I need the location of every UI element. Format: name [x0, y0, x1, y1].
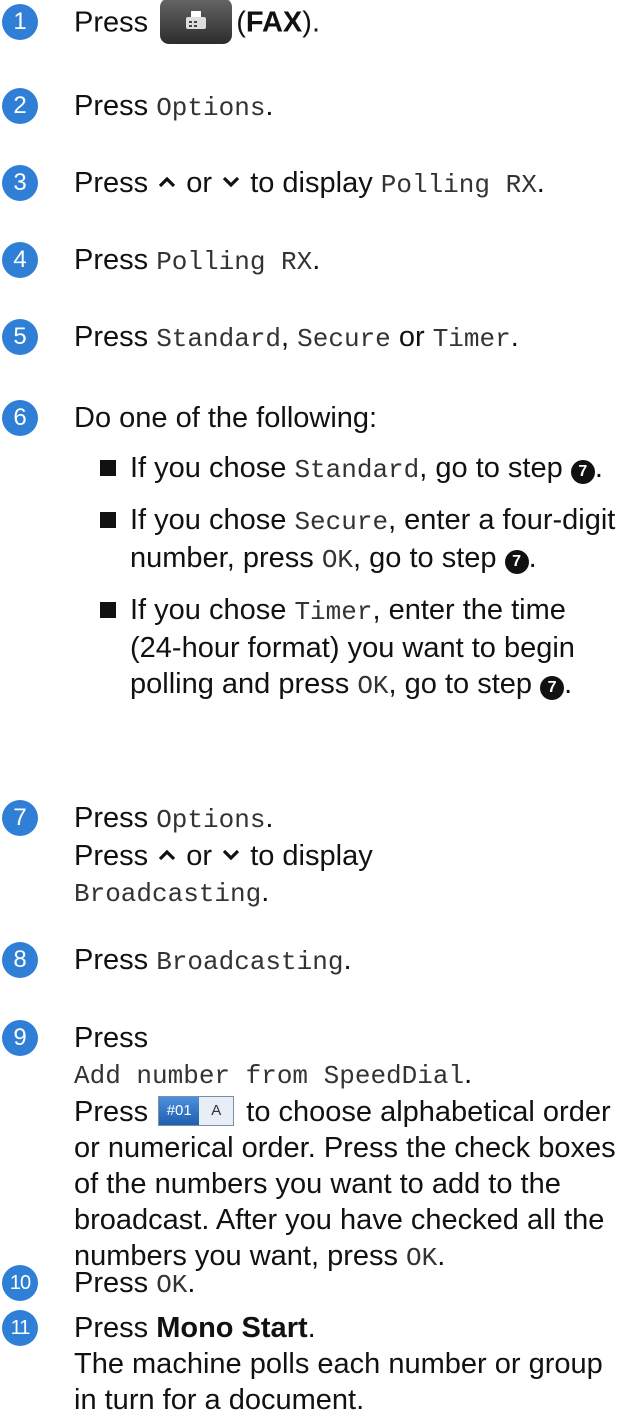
step-text: Press Options.: [74, 90, 274, 123]
step-text: Press Standard, Secure or Timer.: [74, 321, 519, 354]
step-number: 10: [2, 1265, 38, 1301]
step-number: 2: [2, 88, 38, 124]
step-ref-badge: 7: [504, 550, 529, 574]
bullet-square: [100, 602, 116, 618]
fax-label: FAX: [245, 6, 303, 39]
step-text: Press Polling RX.: [74, 244, 321, 277]
step-text: Do one of the following: If you chose St…: [74, 400, 621, 704]
step-number: 4: [2, 242, 38, 278]
step-number: 7: [2, 800, 38, 836]
step-text: Press (FAX).: [74, 0, 621, 44]
step-text: Press OK.: [74, 1267, 196, 1300]
step-number: 9: [2, 1020, 38, 1056]
step-text: Press Options. Press or to display Broad…: [74, 802, 373, 909]
step-number: 8: [2, 942, 38, 978]
step-ref-badge: 7: [570, 460, 595, 484]
chevron-up-icon: [159, 850, 176, 861]
chevron-up-icon: [159, 177, 176, 188]
chevron-down-icon: [222, 177, 240, 188]
step-text: Press Mono Start. The machine polls each…: [74, 1312, 603, 1416]
step-number: 6: [2, 400, 38, 436]
step-ref-badge: 7: [540, 676, 565, 700]
step-number: 11: [2, 1310, 38, 1346]
list-item: If you chose Secure, enter a four-digit …: [98, 502, 621, 578]
list-item: If you chose Timer, enter the time (24-h…: [98, 592, 621, 704]
step-number: 3: [2, 165, 38, 201]
bullet-square: [100, 512, 116, 528]
step-text: Press Add number from SpeedDial. Press #…: [74, 1022, 616, 1273]
fax-button-icon: [160, 0, 233, 44]
list-item: If you chose Standard, go to step 7.: [98, 450, 621, 488]
sort-toggle-button-icon: #01 A: [158, 1096, 235, 1127]
bullet-square: [100, 460, 116, 476]
step-text: Press Broadcasting.: [74, 944, 352, 977]
step-number: 5: [2, 319, 38, 355]
chevron-down-icon: [222, 850, 240, 861]
step-text: Press or to display Polling RX.: [74, 167, 545, 200]
step-number: 1: [2, 4, 38, 40]
